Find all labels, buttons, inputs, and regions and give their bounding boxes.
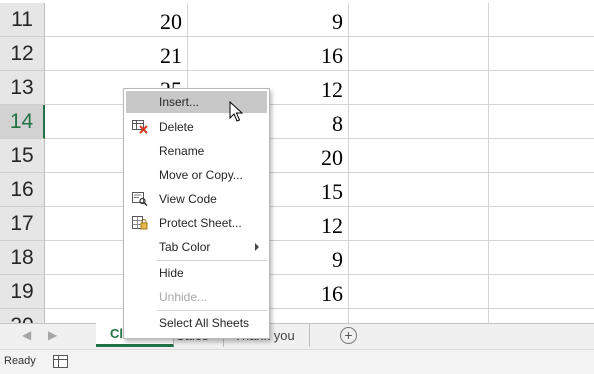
cell[interactable]	[489, 139, 594, 173]
cell[interactable]: 21	[45, 37, 188, 71]
grid-row[interactable]: 19 16	[0, 275, 594, 309]
cell[interactable]	[349, 139, 489, 173]
menu-item-label: Rename	[159, 144, 205, 158]
macro-recording-icon[interactable]	[53, 355, 68, 368]
sheet-context-menu: Insert... Delete Rename Move or Copy... …	[123, 88, 270, 339]
row-header[interactable]: 17	[0, 207, 45, 241]
cell[interactable]	[489, 309, 594, 323]
status-ready: Ready	[4, 355, 36, 367]
cell[interactable]	[349, 71, 489, 105]
menu-item-hide[interactable]: Hide	[126, 262, 267, 284]
view-code-icon	[132, 192, 148, 206]
cell[interactable]	[489, 275, 594, 309]
row-header[interactable]: 12	[0, 37, 45, 71]
cell[interactable]: 16	[188, 37, 349, 71]
menu-item-label: Tab Color	[159, 240, 211, 254]
grid-row-selected[interactable]: 14 8	[0, 105, 594, 139]
row-header[interactable]: 11	[0, 3, 45, 37]
grid-row[interactable]: 15 20	[0, 139, 594, 173]
cell[interactable]	[349, 3, 489, 37]
menu-item-label: Hide	[159, 266, 184, 280]
menu-item-label: Delete	[159, 120, 194, 134]
cell[interactable]	[349, 275, 489, 309]
cell[interactable]	[349, 105, 489, 139]
menu-item-label: Protect Sheet...	[159, 216, 242, 230]
submenu-arrow-icon	[255, 243, 259, 251]
cell[interactable]	[489, 105, 594, 139]
cell[interactable]	[489, 3, 594, 37]
cell[interactable]	[489, 37, 594, 71]
cell[interactable]	[349, 309, 489, 323]
sheet-tab-bar: ◀ ▶ Classes Sales Thank you +	[0, 323, 594, 349]
row-header[interactable]: 14	[0, 105, 45, 139]
row-header[interactable]: 15	[0, 139, 45, 173]
grid-row[interactable]: 20	[0, 309, 594, 323]
menu-item-rename[interactable]: Rename	[126, 140, 267, 162]
cell[interactable]	[489, 173, 594, 207]
menu-item-unhide: Unhide...	[126, 286, 267, 308]
cell[interactable]	[489, 241, 594, 275]
delete-sheet-icon	[132, 120, 148, 134]
scroll-tabs-left-icon[interactable]: ◀	[22, 328, 31, 342]
menu-item-label: Select All Sheets	[159, 316, 250, 330]
row-header[interactable]: 20	[0, 309, 45, 323]
menu-item-label: View Code	[159, 192, 217, 206]
status-bar: Ready	[0, 349, 594, 374]
menu-item-protect-sheet[interactable]: Protect Sheet...	[126, 212, 267, 234]
menu-item-move-or-copy[interactable]: Move or Copy...	[126, 164, 267, 186]
grid-row[interactable]: 16 15	[0, 173, 594, 207]
menu-item-insert[interactable]: Insert...	[126, 91, 267, 113]
row-header[interactable]: 16	[0, 173, 45, 207]
menu-separator	[157, 260, 267, 261]
menu-item-select-all-sheets[interactable]: Select All Sheets	[126, 312, 267, 334]
menu-separator	[157, 310, 267, 311]
grid-row[interactable]: 13 25 12	[0, 71, 594, 105]
menu-item-label: Move or Copy...	[159, 168, 243, 182]
cell[interactable]: 9	[188, 3, 349, 37]
menu-item-label: Unhide...	[159, 290, 208, 304]
grid-row[interactable]: 11 20 9	[0, 3, 594, 37]
row-header[interactable]: 18	[0, 241, 45, 275]
menu-item-delete[interactable]: Delete	[126, 116, 267, 138]
protect-sheet-icon	[132, 216, 148, 230]
scroll-tabs-right-icon[interactable]: ▶	[48, 328, 57, 342]
cell[interactable]	[349, 173, 489, 207]
menu-item-tab-color[interactable]: Tab Color	[126, 236, 267, 258]
menu-item-view-code[interactable]: View Code	[126, 188, 267, 210]
cell[interactable]: 20	[45, 3, 188, 37]
cell[interactable]	[349, 37, 489, 71]
cell[interactable]	[349, 241, 489, 275]
new-sheet-plus-icon[interactable]: +	[340, 327, 357, 344]
menu-item-label: Insert...	[159, 95, 200, 109]
grid-row[interactable]: 12 21 16	[0, 37, 594, 71]
row-header[interactable]: 19	[0, 275, 45, 309]
grid-row[interactable]: 18 9	[0, 241, 594, 275]
row-header[interactable]: 13	[0, 71, 45, 105]
cell[interactable]	[489, 207, 594, 241]
mouse-pointer-icon	[229, 101, 243, 122]
cell[interactable]	[349, 207, 489, 241]
cell[interactable]	[489, 71, 594, 105]
spreadsheet-grid[interactable]: 11 20 9 12 21 16 13 25 12 14 8 15 20 16 …	[0, 0, 594, 323]
grid-row[interactable]: 17 12	[0, 207, 594, 241]
